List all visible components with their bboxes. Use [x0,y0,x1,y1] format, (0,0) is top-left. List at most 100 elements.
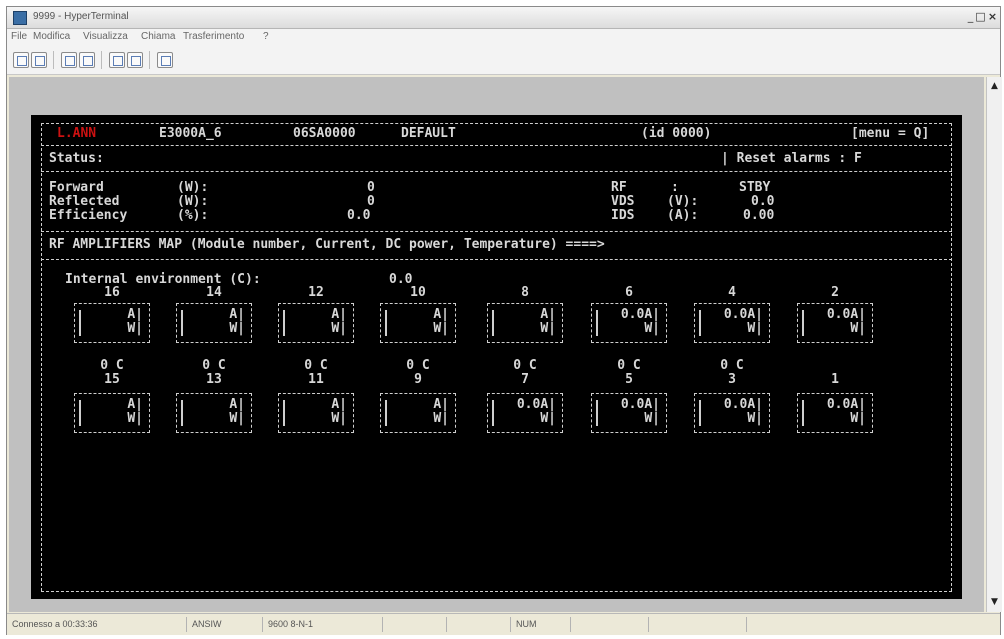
forward-unit: (W): [177,180,209,195]
divider [41,171,952,172]
module-current: A| [433,307,449,322]
rf-label: RF [611,180,627,195]
menu-trasferimento[interactable]: Trasferimento [183,31,244,42]
module-temperature: 0 C [617,358,641,373]
vds-label: VDS [611,194,635,209]
module-number: 14 [206,285,222,300]
toolbar [7,47,1000,75]
menu-chiama[interactable]: Chiama [141,31,175,42]
amplifier-module: A| W| [278,303,354,343]
alarm-indicator: L.ANN [57,126,97,141]
amplifier-module: A| W| [74,393,150,433]
module-power: W| [747,321,763,336]
menu-modifica[interactable]: Modifica [33,31,70,42]
module-number: 16 [104,285,120,300]
ids-unit: (A): [667,208,699,223]
amplifier-module: A| W| [487,303,563,343]
module-current: A| [127,307,143,322]
emulation-type: ANSIW [189,617,263,632]
vertical-scrollbar[interactable]: ▲ ▼ [986,77,1002,612]
open-icon[interactable] [31,52,47,68]
frame-top [41,123,952,124]
properties-icon[interactable] [157,52,173,68]
amplifier-module: A| W| [176,393,252,433]
module-number: 6 [625,285,633,300]
close-button[interactable]: × [985,10,1000,25]
reflected-unit: (W): [177,194,209,209]
module-power: W| [229,321,245,336]
module-power: W| [127,321,143,336]
module-power: W| [850,321,866,336]
amplifier-module: 0.0A| W| [797,303,873,343]
terminal-viewport[interactable]: L.ANN E3000A_6 06SA0000 DEFAULT (id 0000… [9,77,984,612]
title-bar[interactable]: 9999 - HyperTerminal _ □ × [7,7,1000,29]
ids-label: IDS [611,208,635,223]
app-icon [13,11,27,25]
connection-time: Connesso a 00:33:36 [9,617,187,632]
module-number: 9 [414,372,422,387]
module-current: 0.0A| [620,397,660,412]
phone-icon[interactable] [61,52,77,68]
module-current: 0.0A| [826,307,866,322]
rf-state: STBY [739,180,771,195]
module-number: 10 [410,285,426,300]
port-settings: 9600 8-N-1 [265,617,383,632]
module-number: 1 [831,372,839,387]
menu-visualizza[interactable]: Visualizza [83,31,128,42]
amplifier-module: A| W| [176,303,252,343]
efficiency-label: Efficiency [49,208,128,223]
amplifier-module: 0.0A| W| [487,393,563,433]
internal-env-label: Internal environment (C): [65,272,261,287]
module-number: 4 [728,285,736,300]
module-number: 11 [308,372,324,387]
divider [41,231,952,232]
num-lock-indicator: NUM [513,617,571,632]
serial-number: 06SA0000 [293,126,356,141]
module-current: A| [540,307,556,322]
vds-value: 0.0 [751,194,775,209]
module-number: 3 [728,372,736,387]
amplifier-module: 0.0A| W| [591,393,667,433]
menu-help[interactable]: ? [263,31,269,42]
module-number: 15 [104,372,120,387]
scroll-up-icon[interactable]: ▲ [988,79,1001,93]
terminal-screen[interactable]: L.ANN E3000A_6 06SA0000 DEFAULT (id 0000… [31,115,962,599]
module-current: A| [229,307,245,322]
new-icon[interactable] [13,52,29,68]
rf-separator: : [671,180,679,195]
model-code: E3000A_6 [159,126,222,141]
reflected-value: 0 [367,194,375,209]
amplifier-module: A| W| [74,303,150,343]
map-title: RF AMPLIFIERS MAP (Module number, Curren… [49,237,605,252]
module-power: W| [433,321,449,336]
status-label: Status: [49,151,104,166]
module-number: 5 [625,372,633,387]
module-power: W| [127,411,143,426]
module-temperature: 0 C [100,358,124,373]
module-power: W| [229,411,245,426]
disconnect-icon[interactable] [79,52,95,68]
send-icon[interactable] [109,52,125,68]
module-current: 0.0A| [723,397,763,412]
module-current: A| [331,307,347,322]
module-temperature: 0 C [720,358,744,373]
efficiency-unit: (%): [177,208,209,223]
amplifier-module: A| W| [380,303,456,343]
module-power: W| [747,411,763,426]
scroll-down-icon[interactable]: ▼ [988,595,1001,609]
amplifier-module: 0.0A| W| [694,393,770,433]
amplifier-module: A| W| [278,393,354,433]
module-number: 12 [308,285,324,300]
module-number: 7 [521,372,529,387]
module-number: 8 [521,285,529,300]
amplifier-module: 0.0A| W| [797,393,873,433]
module-power: W| [433,411,449,426]
amplifier-module: 0.0A| W| [694,303,770,343]
receive-icon[interactable] [127,52,143,68]
menu-hint: [menu = Q] [851,126,930,141]
module-temperature: 0 C [202,358,226,373]
module-current: 0.0A| [516,397,556,412]
menu-file[interactable]: File [11,31,27,42]
module-temperature: 0 C [304,358,328,373]
toolbar-separator [149,51,150,69]
